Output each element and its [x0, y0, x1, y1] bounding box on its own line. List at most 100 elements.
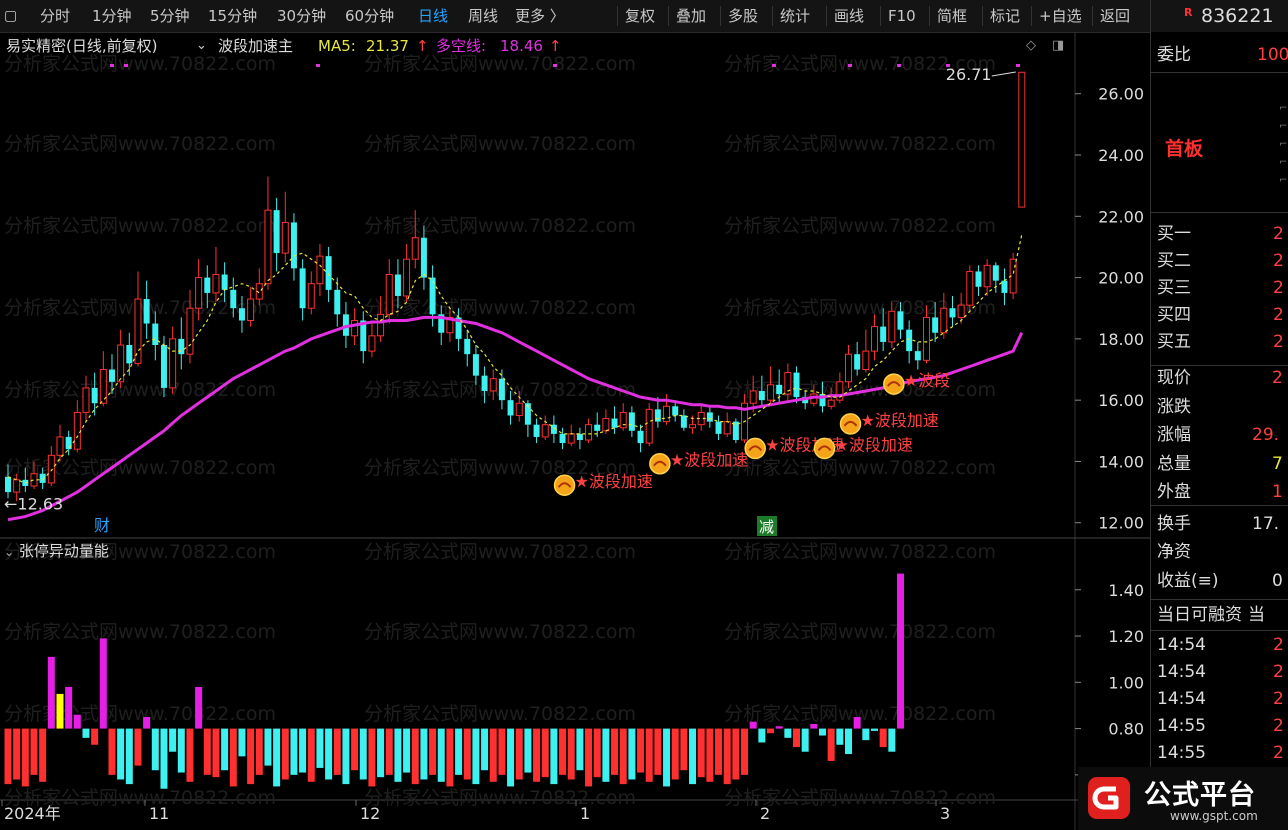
candle[interactable]: [281, 191, 289, 263]
candle[interactable]: [307, 271, 315, 315]
candle-body: [533, 424, 540, 437]
volume-bar: [801, 728, 809, 752]
candle-body: [594, 424, 601, 431]
candle[interactable]: [767, 366, 775, 404]
candle[interactable]: [697, 403, 705, 431]
candle-body: [576, 433, 583, 440]
candle[interactable]: [594, 412, 601, 437]
candle[interactable]: [983, 259, 991, 296]
candle[interactable]: [1018, 71, 1026, 208]
candle[interactable]: [567, 424, 575, 447]
stat-value: 1: [1272, 482, 1283, 502]
volume-bar: [888, 728, 896, 752]
candle[interactable]: [273, 197, 280, 272]
candle[interactable]: [871, 314, 878, 361]
candle[interactable]: [715, 415, 722, 440]
candle[interactable]: [360, 311, 367, 364]
candle[interactable]: [862, 329, 870, 373]
candle[interactable]: [299, 259, 306, 321]
candle[interactable]: [498, 369, 505, 410]
stat-label: 总量: [1157, 453, 1191, 474]
sub-indicator-title[interactable]: 张停异动量能: [19, 542, 109, 560]
volume-bar: [30, 728, 38, 775]
candle[interactable]: [836, 372, 844, 404]
candle[interactable]: [619, 403, 627, 431]
candle[interactable]: [559, 427, 566, 450]
candle[interactable]: [906, 320, 913, 364]
candle[interactable]: [316, 243, 324, 296]
sub-dropdown-icon[interactable]: ⌄: [4, 545, 14, 559]
candle[interactable]: [914, 341, 921, 370]
candle[interactable]: [134, 271, 142, 367]
candle-body: [975, 271, 982, 287]
signal-marker[interactable]: ★波段加速: [813, 435, 913, 460]
candle[interactable]: [126, 332, 133, 376]
candle[interactable]: [212, 246, 220, 303]
volume-bar: [896, 573, 904, 729]
candle[interactable]: [663, 394, 671, 425]
candle[interactable]: [680, 409, 687, 431]
volume-bar: [723, 728, 731, 785]
buy-level-label: 买五: [1157, 332, 1191, 352]
volume-bar: [212, 728, 220, 778]
candle[interactable]: [368, 323, 376, 358]
candle[interactable]: [732, 418, 739, 444]
tick-value: 2: [1273, 743, 1284, 763]
candle[interactable]: [47, 446, 55, 486]
watermark-text: 分析家公式网www.70822.com: [364, 621, 636, 643]
candle[interactable]: [854, 341, 861, 376]
candle[interactable]: [403, 243, 411, 303]
candle-body: [940, 307, 948, 334]
tick-value: 2: [1273, 689, 1284, 709]
scroll-ticks[interactable]: ⌐ ⌐ ⌐ ⌐ ⌐: [1279, 100, 1287, 210]
x-tick-label: 3: [940, 804, 950, 823]
candle[interactable]: [645, 403, 653, 447]
volume-bar: [619, 728, 627, 785]
candle[interactable]: [73, 400, 81, 453]
candle[interactable]: [723, 412, 731, 437]
candle[interactable]: [706, 406, 713, 428]
volume-bar: [455, 728, 463, 775]
candle-body: [368, 335, 376, 352]
candle[interactable]: [741, 394, 749, 444]
candle[interactable]: [533, 418, 540, 444]
x-tick-label: 11: [149, 804, 169, 823]
candle[interactable]: [966, 265, 974, 312]
volume-bar: [793, 728, 801, 748]
signal-label: ★波段加速: [835, 435, 913, 454]
candle[interactable]: [975, 265, 982, 296]
jian-marker[interactable]: 减: [757, 516, 777, 536]
candle[interactable]: [264, 176, 272, 290]
candle[interactable]: [169, 326, 177, 395]
volume-bar: [576, 728, 584, 771]
candle[interactable]: [178, 317, 185, 370]
candle[interactable]: [1001, 268, 1008, 306]
volume-bar: [385, 728, 393, 775]
candle[interactable]: [541, 415, 549, 440]
candle-body: [195, 277, 203, 309]
candle[interactable]: [992, 262, 999, 293]
signal-coin-icon: [649, 452, 671, 475]
candle[interactable]: [334, 277, 341, 327]
chart-area[interactable]: 分析家公式网www.70822.com 分析家公式网www.70822.com 分析…: [0, 0, 1150, 830]
candle[interactable]: [845, 345, 853, 388]
candle[interactable]: [585, 418, 593, 444]
candle-body: [126, 345, 133, 364]
candle[interactable]: [611, 406, 618, 434]
candle[interactable]: [143, 280, 150, 339]
candle-body: [611, 418, 618, 428]
candle[interactable]: [464, 329, 471, 367]
buy-level-label: 买二: [1157, 251, 1191, 271]
candle[interactable]: [247, 286, 255, 327]
volume-bar: [264, 728, 272, 766]
candle[interactable]: [576, 427, 583, 450]
signal-marker[interactable]: ★波段加速: [553, 472, 653, 496]
signal-marker[interactable]: ★波段加速: [839, 411, 939, 435]
candle[interactable]: [290, 213, 297, 281]
cai-marker[interactable]: 财: [94, 516, 110, 535]
signal-coin-icon: [813, 437, 836, 460]
watermark-text: 分析家公式网www.70822.com: [724, 457, 996, 479]
candle[interactable]: [637, 424, 644, 453]
weibi-value: 100.: [1257, 45, 1288, 65]
candle[interactable]: [628, 406, 635, 437]
